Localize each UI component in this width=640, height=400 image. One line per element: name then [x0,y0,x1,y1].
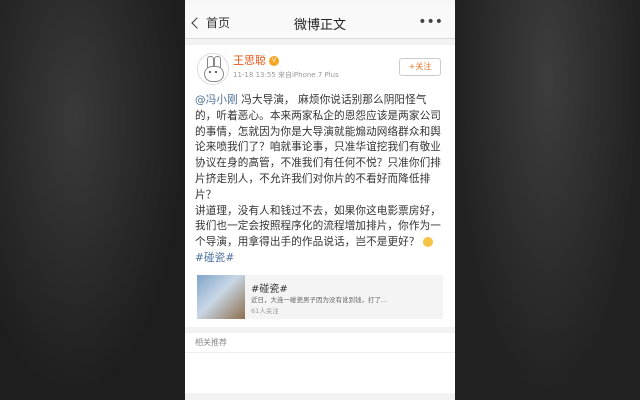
post-card: 王思聪 V 11-18 13:55 来自iPhone 7 Plus +关注 @冯小… [185,45,455,327]
nav-bar: 首页 微博正文 ••• [185,6,455,39]
avatar[interactable] [197,53,229,85]
author-header: 王思聪 V 11-18 13:55 来自iPhone 7 Plus +关注 [185,45,455,89]
topic-title: #碰瓷# [251,283,288,295]
topic-description: 近日，大连一碰瓷男子因为没有讹到钱，打了... [251,295,388,304]
post-paragraph-2: 讲道理，没有人和钱过不去，如果你这电影票房好，我们也一定会按照程序化的流程增加排… [195,204,441,249]
related-title: 相关推荐 [185,333,455,353]
topic-thumbnail [197,274,245,319]
author-name[interactable]: 王思聪 V [233,52,279,68]
page-title: 微博正文 [293,18,346,33]
vip-badge-icon: V [269,56,279,66]
related-section: 相关推荐 [185,332,455,393]
follow-button[interactable]: +关注 [399,58,441,76]
smile-emoji-icon [423,237,434,248]
background-right-blur [455,0,640,400]
more-dots-icon[interactable]: ••• [418,14,443,30]
topic-follow-count: 61人关注 [251,306,279,315]
post-body: @冯小刚 冯大导演， 麻烦你说话别那么阴阳怪气的，听着恶心。本来两家私企的恩怨应… [185,89,455,267]
topic-share-card[interactable]: #碰瓷# 近日，大连一碰瓷男子因为没有讹到钱，打了... 61人关注 [197,274,443,319]
post-paragraph-1: 冯大导演， 麻烦你说话别那么阴阳怪气的，听着恶心。本来两家私企的恩怨应该是两家公… [195,94,441,201]
phone-screen: 首页 微博正文 ••• 王思聪 V 11-18 13:55 来自iPhone 7 … [185,0,455,400]
post-meta: 11-18 13:55 来自iPhone 7 Plus [233,71,339,79]
background-left-blur [0,0,185,400]
hashtag-link[interactable]: #碰瓷# [195,252,234,264]
mention-link[interactable]: @冯小刚 [195,94,238,106]
